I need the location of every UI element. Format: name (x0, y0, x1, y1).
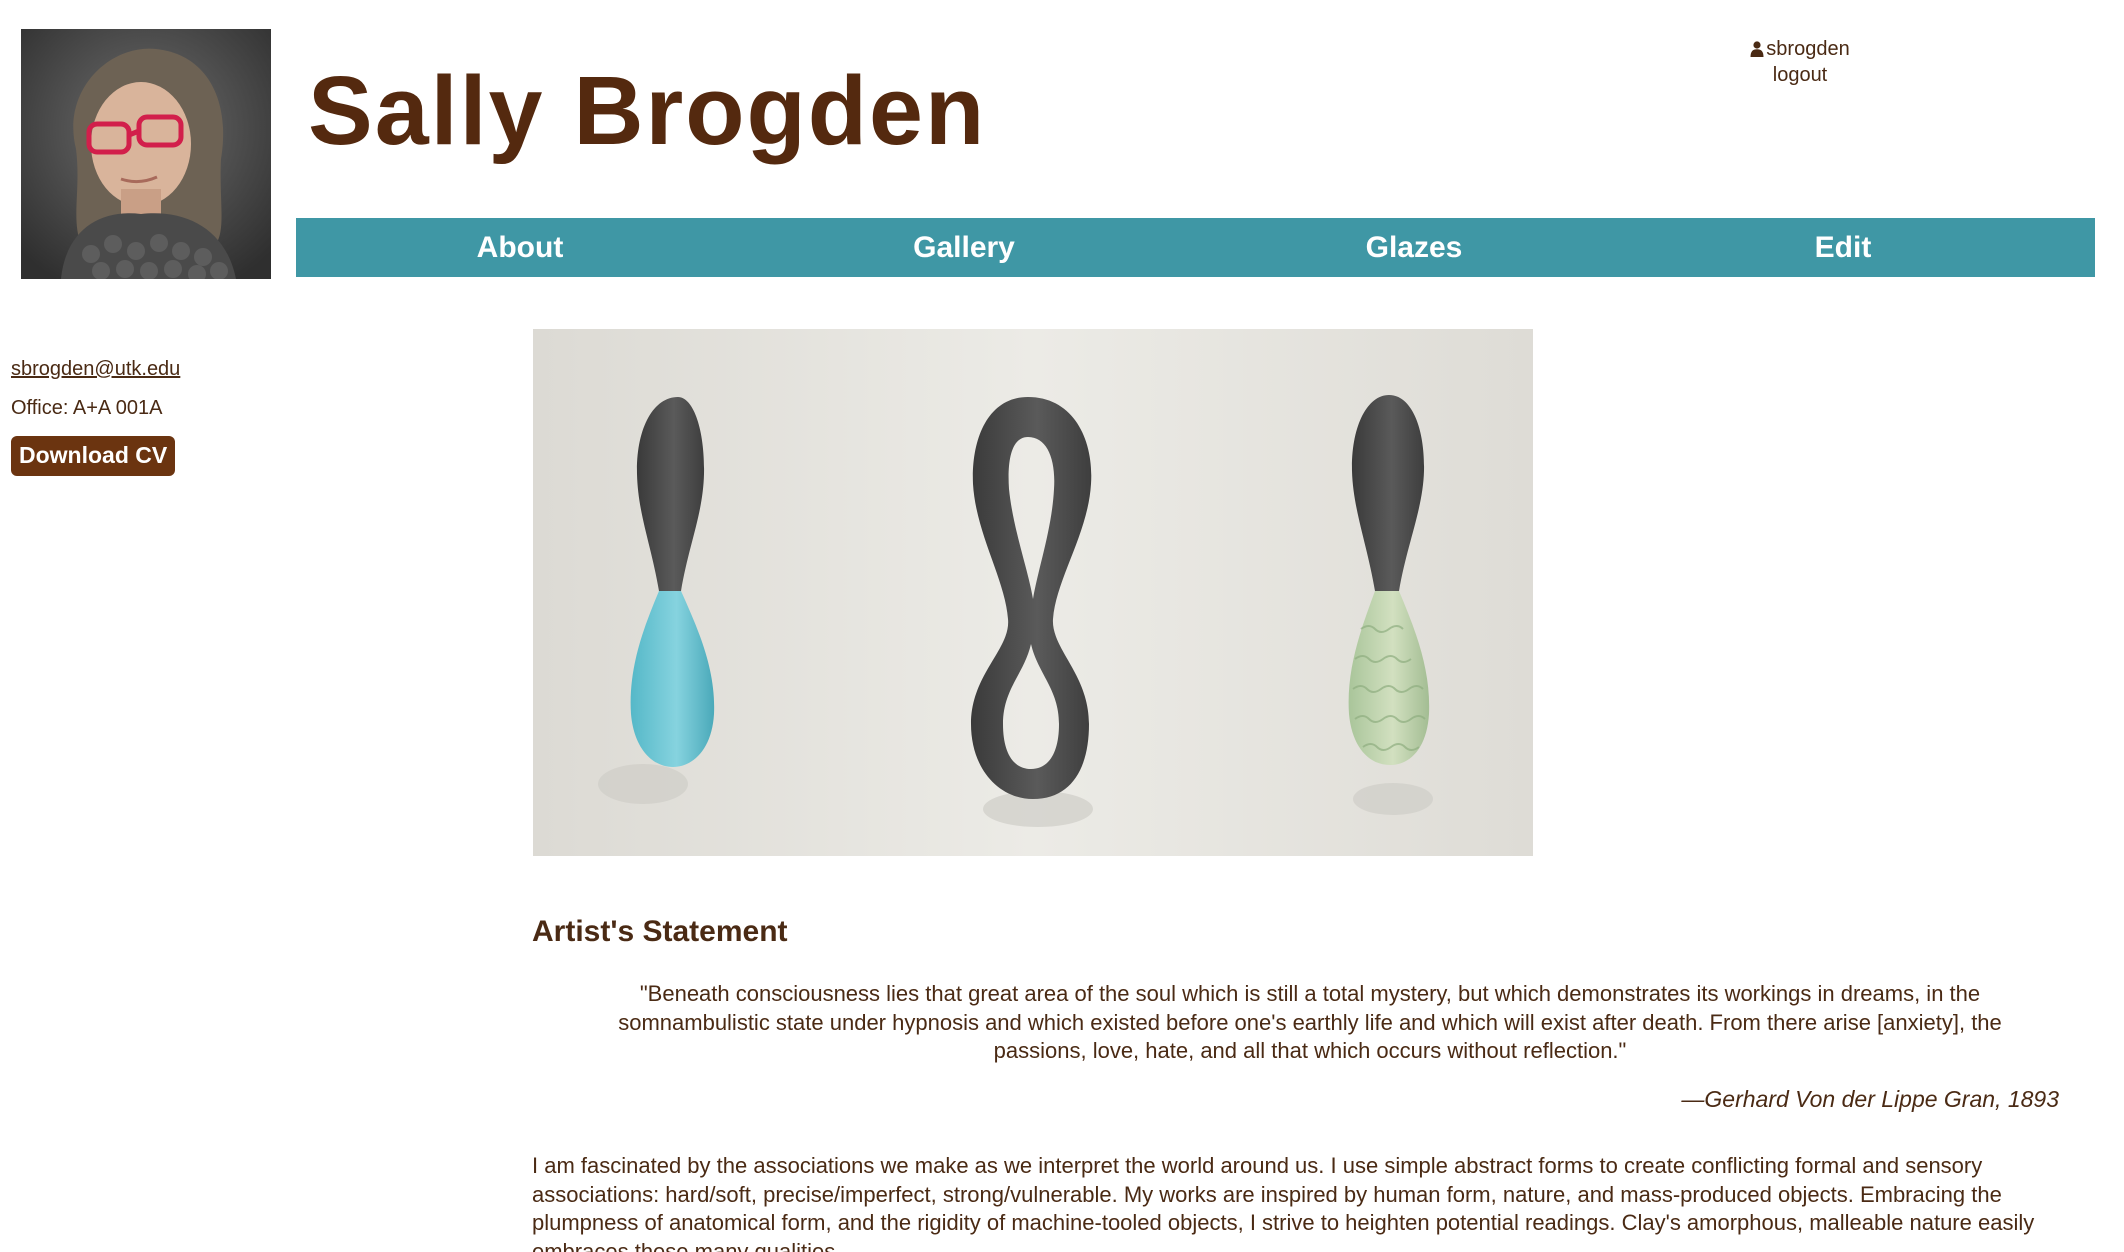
artwork-photo (533, 329, 1533, 856)
contact-sidebar: sbrogden@utk.edu Office: A+A 001A Downlo… (11, 358, 180, 476)
site-title: Sally Brogden (308, 56, 987, 165)
user-account[interactable]: sbrogden (1720, 36, 1880, 62)
nav-glazes[interactable]: Glazes (1366, 218, 1463, 277)
nav-gallery[interactable]: Gallery (913, 218, 1015, 277)
artist-portrait (21, 29, 271, 279)
featured-artwork-image (533, 329, 1533, 856)
statement-body: I am fascinated by the associations we m… (532, 1153, 2035, 1252)
portrait-image (21, 29, 271, 279)
user-box: sbrogden logout (1720, 36, 1880, 88)
download-cv-button[interactable]: Download CV (11, 436, 176, 476)
email-link[interactable]: sbrogden@utk.edu (11, 358, 180, 381)
statement-heading: Artist's Statement (532, 915, 788, 948)
username-label: sbrogden (1766, 38, 1850, 60)
nav-about[interactable]: About (477, 218, 564, 277)
office-location: Office: A+A 001A (11, 397, 163, 419)
quote-attribution: —Gerhard Von der Lippe Gran, 1893 (1681, 1086, 2059, 1112)
main-nav: About Gallery Glazes Edit (296, 218, 2095, 277)
page: Sally Brogden sbrogden logout About Gall… (0, 0, 2124, 1252)
statement-quote: "Beneath consciousness lies that great a… (618, 981, 2002, 1063)
person-icon (1750, 41, 1764, 57)
nav-edit[interactable]: Edit (1815, 218, 1872, 277)
logout-link[interactable]: logout (1720, 62, 1880, 88)
